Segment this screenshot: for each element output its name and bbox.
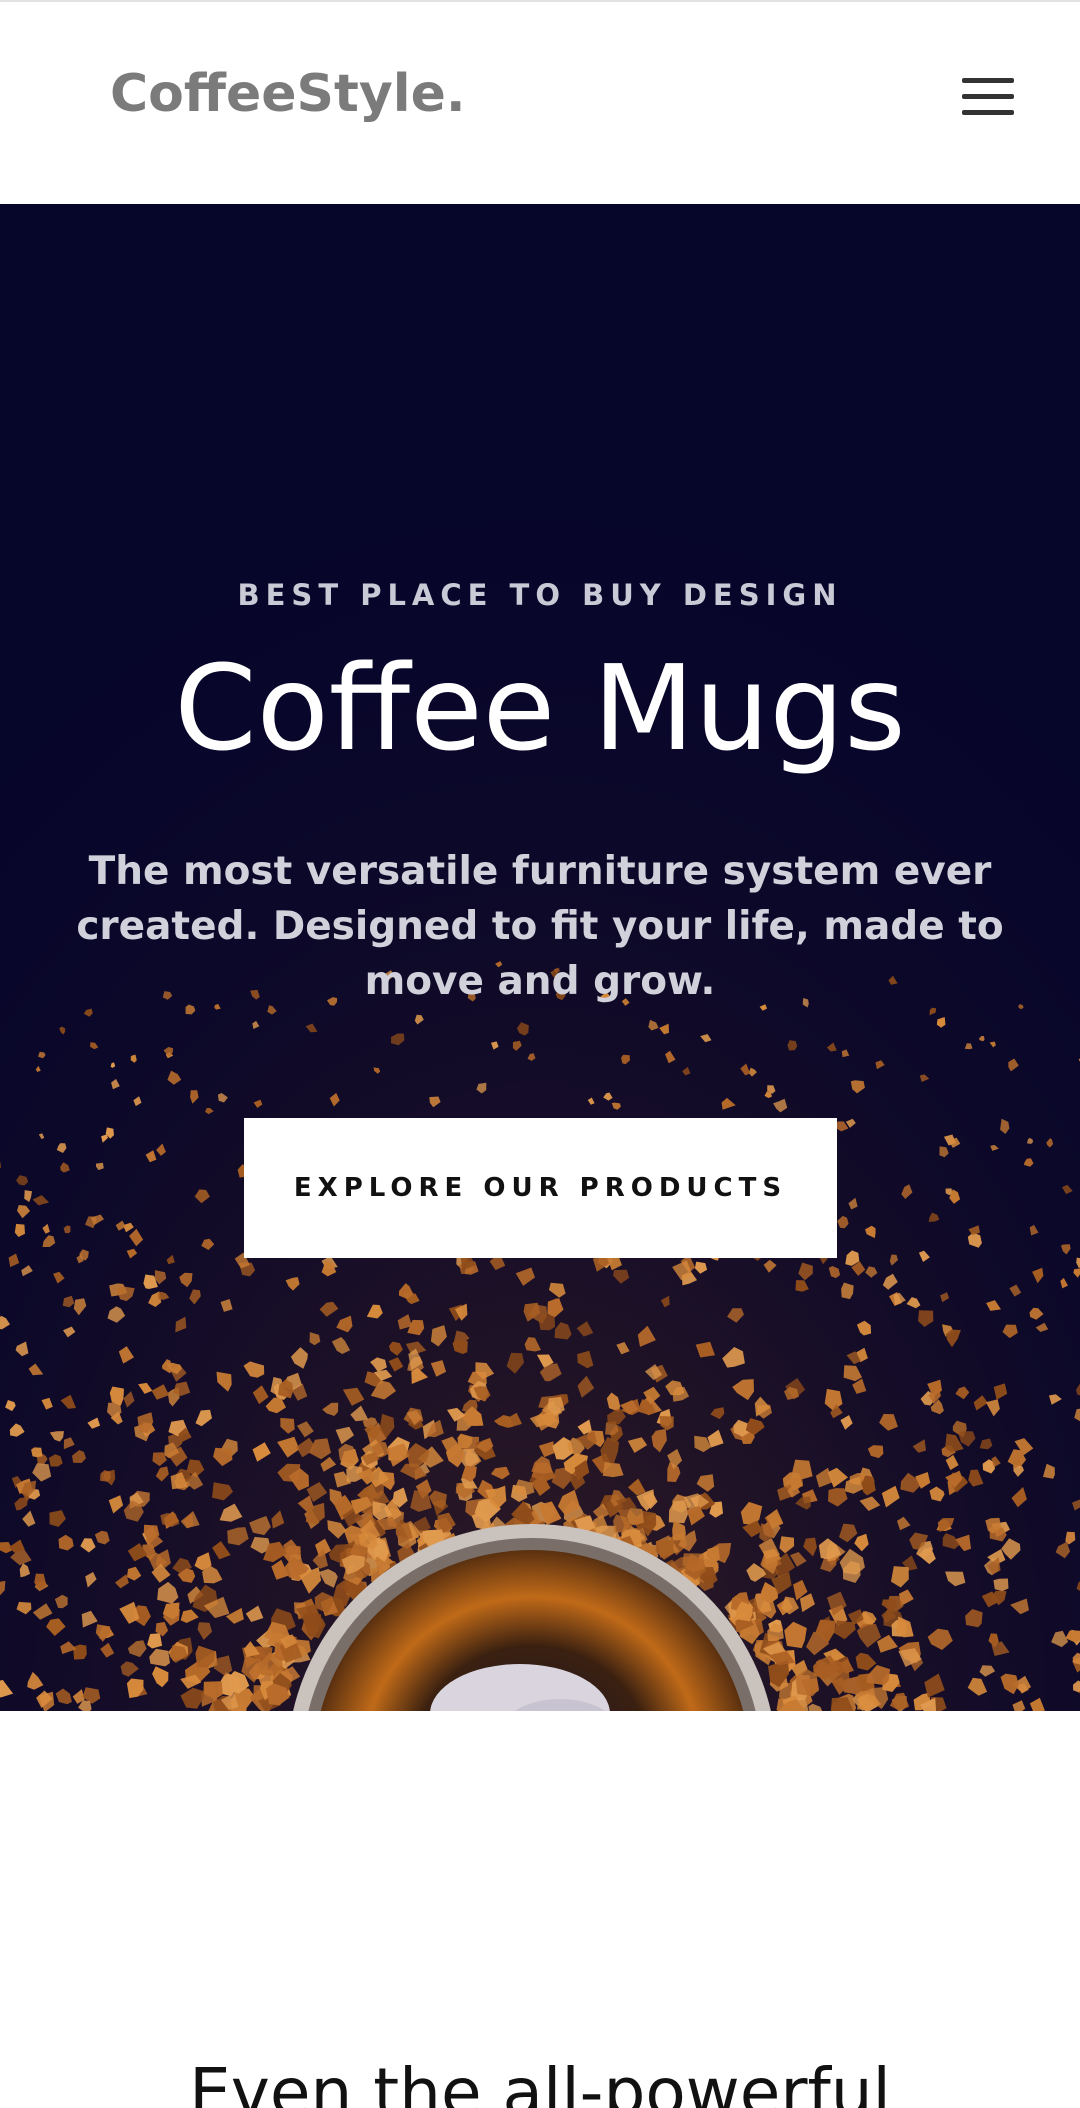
hero-title: Coffee Mugs <box>174 639 906 777</box>
page: CoffeeStyle. BEST PLACE TO BUY DESIGN Co… <box>0 0 1080 2108</box>
explore-products-button[interactable]: EXPLORE OUR PRODUCTS <box>244 1118 837 1258</box>
site-logo[interactable]: CoffeeStyle. <box>110 68 466 120</box>
coffee-granule <box>627 1507 644 1526</box>
menu-bar <box>962 94 1014 99</box>
hero-description: The most versatile furniture system ever… <box>76 849 1004 1004</box>
site-header: CoffeeStyle. <box>0 0 1080 204</box>
section-title: Even the all-powerful <box>189 2054 891 2108</box>
menu-bar <box>962 78 1014 83</box>
coffee-granule <box>993 1578 1009 1592</box>
coffee-granule <box>31 1447 43 1458</box>
hero-banner: BEST PLACE TO BUY DESIGN Coffee Mugs The… <box>0 204 1080 1711</box>
hamburger-menu-icon[interactable] <box>958 72 1018 122</box>
menu-bar <box>962 110 1014 115</box>
hero-eyebrow: BEST PLACE TO BUY DESIGN <box>237 578 843 612</box>
coffee-granule <box>73 1644 87 1660</box>
